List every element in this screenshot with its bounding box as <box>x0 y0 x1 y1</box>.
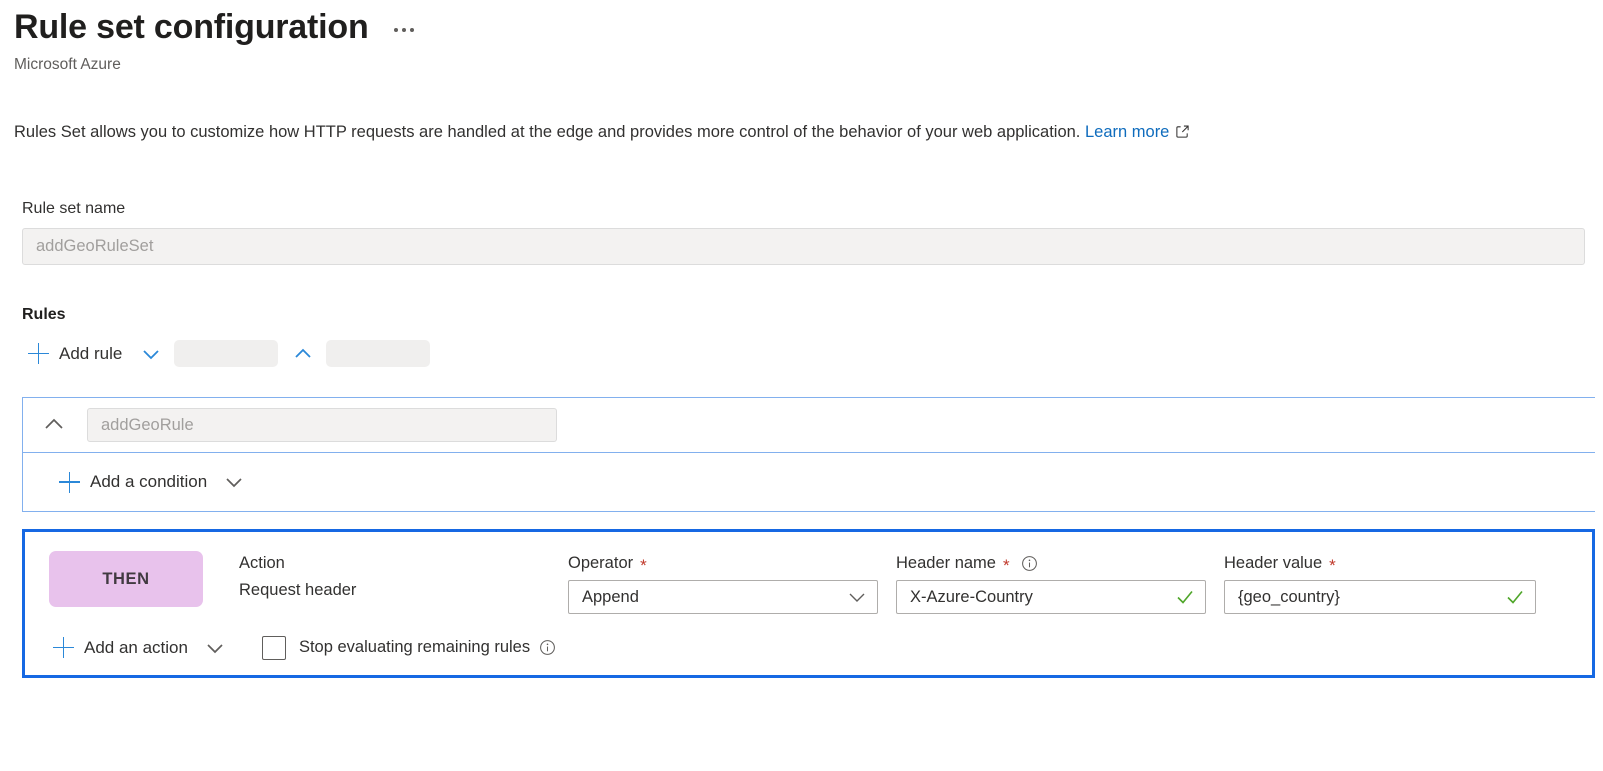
operator-column: Operator * Append <box>568 551 878 614</box>
rule-card: addGeoRule Add a condition <box>22 397 1595 512</box>
action-label: Action <box>239 551 356 575</box>
stop-evaluating-checkbox-row[interactable]: Stop evaluating remaining rules <box>262 636 556 660</box>
operator-dropdown[interactable]: Append <box>568 580 878 614</box>
move-rule-up-icon[interactable] <box>290 341 316 367</box>
header-value-value: {geo_country} <box>1238 588 1504 607</box>
action-footer-row: Add an action Stop evaluating remaining … <box>25 620 1592 675</box>
operator-label: Operator * <box>568 551 878 575</box>
header-name-label: Header name * <box>896 551 1206 575</box>
then-badge: THEN <box>49 551 203 607</box>
operator-required-asterisk: * <box>640 557 647 574</box>
rule-up-placeholder <box>326 340 430 367</box>
info-icon[interactable] <box>1021 555 1038 572</box>
add-an-action-button[interactable]: Add an action <box>49 635 192 661</box>
header-name-column: Header name * X-Azure-Country <box>896 551 1206 614</box>
collapse-rule-icon[interactable] <box>39 410 69 440</box>
page-header: Rule set configuration <box>14 6 417 48</box>
check-icon <box>1174 586 1196 608</box>
action-main-row: THEN Action Request header Operator * Ap… <box>25 532 1592 624</box>
add-condition-chevron-down-icon[interactable] <box>221 469 247 495</box>
header-value-label: Header value * <box>1224 551 1536 575</box>
rule-card-header: addGeoRule <box>23 398 1595 453</box>
rule-name-input[interactable]: addGeoRule <box>87 408 557 442</box>
page-description: Rules Set allows you to customize how HT… <box>14 120 1190 146</box>
external-link-icon[interactable] <box>1175 122 1190 146</box>
operator-label-text: Operator <box>568 551 633 575</box>
page-subtitle: Microsoft Azure <box>14 55 121 75</box>
header-name-label-text: Header name <box>896 551 996 575</box>
header-name-required-asterisk: * <box>1003 557 1010 574</box>
action-value: Request header <box>239 575 356 605</box>
move-rule-down-icon[interactable] <box>138 341 164 367</box>
add-rule-label: Add rule <box>59 343 122 365</box>
stop-evaluating-label-text: Stop evaluating remaining rules <box>299 638 530 657</box>
add-an-action-label: Add an action <box>84 637 188 659</box>
rules-section-heading: Rules <box>22 306 66 324</box>
chevron-down-icon[interactable] <box>846 586 868 608</box>
add-condition-button[interactable]: Add a condition <box>55 469 211 495</box>
stop-evaluating-checkbox[interactable] <box>262 636 286 660</box>
rule-set-configuration-page: Rule set configuration Microsoft Azure R… <box>0 0 1603 771</box>
action-type-column: Action Request header <box>239 551 356 605</box>
add-condition-label: Add a condition <box>90 471 207 493</box>
add-rule-button[interactable]: Add rule <box>24 341 126 367</box>
check-icon <box>1504 586 1526 608</box>
plus-icon <box>59 472 80 493</box>
action-panel: THEN Action Request header Operator * Ap… <box>22 529 1595 678</box>
info-icon[interactable] <box>539 639 556 656</box>
ruleset-name-label: Rule set name <box>22 198 125 220</box>
header-value-column: Header value * {geo_country} <box>1224 551 1536 614</box>
ellipsis-dot <box>402 28 406 32</box>
rule-down-placeholder <box>174 340 278 367</box>
stop-evaluating-label: Stop evaluating remaining rules <box>299 638 556 657</box>
more-options-icon[interactable] <box>391 24 417 36</box>
description-text: Rules Set allows you to customize how HT… <box>14 123 1080 141</box>
ellipsis-dot <box>410 28 414 32</box>
learn-more-link[interactable]: Learn more <box>1085 123 1169 141</box>
ruleset-name-input[interactable]: addGeoRuleSet <box>22 228 1585 265</box>
header-value-label-text: Header value <box>1224 551 1322 575</box>
header-name-value: X-Azure-Country <box>910 588 1174 607</box>
add-rule-toolbar: Add rule <box>24 340 430 367</box>
add-condition-row: Add a condition <box>23 453 1595 511</box>
plus-icon <box>28 343 49 364</box>
add-an-action-chevron-down-icon[interactable] <box>202 635 228 661</box>
page-title: Rule set configuration <box>14 6 369 48</box>
ellipsis-dot <box>394 28 398 32</box>
header-name-input[interactable]: X-Azure-Country <box>896 580 1206 614</box>
header-value-input[interactable]: {geo_country} <box>1224 580 1536 614</box>
header-value-required-asterisk: * <box>1329 557 1336 574</box>
plus-icon <box>53 637 74 658</box>
operator-value: Append <box>582 588 846 607</box>
